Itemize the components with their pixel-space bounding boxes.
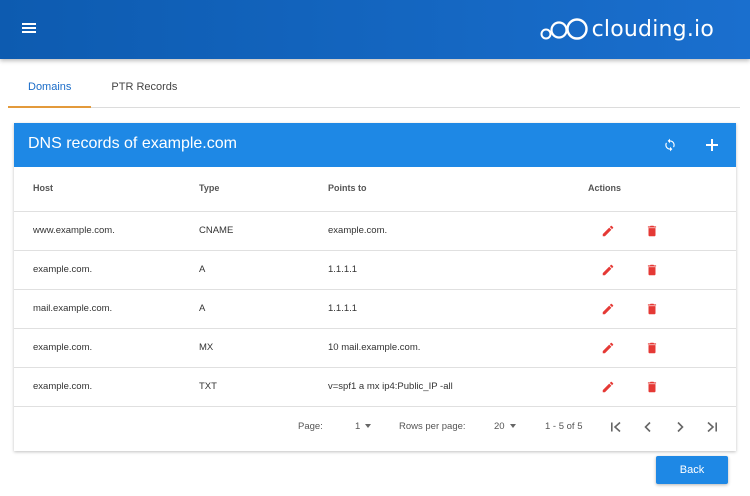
add-record-icon[interactable] xyxy=(702,135,722,155)
chevron-down-icon xyxy=(365,424,372,429)
column-header-type[interactable]: Type xyxy=(199,183,219,193)
cell-points-to: 10 mail.example.com. xyxy=(328,342,421,353)
cell-host: example.com. xyxy=(33,264,93,275)
column-header-points-to[interactable]: Points to xyxy=(328,183,367,193)
back-button[interactable]: Back xyxy=(656,456,728,484)
cell-points-to: v=spf1 a mx ip4:Public_IP -all xyxy=(328,381,453,392)
tab-bar: Domains PTR Records xyxy=(8,68,740,108)
page-range: 1 - 5 of 5 xyxy=(545,421,583,432)
pencil-icon[interactable] xyxy=(601,380,615,394)
cell-host: www.example.com. xyxy=(33,225,115,236)
cell-host: mail.example.com. xyxy=(33,303,113,314)
chevron-down-icon xyxy=(509,424,516,429)
first-page-icon[interactable] xyxy=(609,420,623,434)
table-row: mail.example.com. A 1.1.1.1 xyxy=(14,290,736,329)
pencil-icon[interactable] xyxy=(601,263,615,277)
trash-icon[interactable] xyxy=(645,302,659,316)
hamburger-menu-icon[interactable] xyxy=(22,22,42,38)
table-header: Host Type Points to Actions xyxy=(14,167,736,212)
card-title: DNS records of example.com xyxy=(28,135,237,152)
rows-per-page-select[interactable]: 20 xyxy=(494,421,516,432)
column-header-host[interactable]: Host xyxy=(33,183,53,193)
refresh-icon[interactable] xyxy=(660,135,680,155)
cell-type: TXT xyxy=(199,381,217,392)
cell-type: A xyxy=(199,303,206,314)
card-header: DNS records of example.com xyxy=(14,123,736,167)
trash-icon[interactable] xyxy=(645,380,659,394)
cell-points-to: 1.1.1.1 xyxy=(328,264,358,275)
top-app-bar: clouding.io xyxy=(0,0,750,59)
rows-per-page-value: 20 xyxy=(494,421,505,432)
dns-records-card: DNS records of example.com Host Type Poi… xyxy=(14,123,736,451)
next-page-icon[interactable] xyxy=(673,420,687,434)
pencil-icon[interactable] xyxy=(601,302,615,316)
cell-points-to: 1.1.1.1 xyxy=(328,303,358,314)
cell-type: MX xyxy=(199,342,214,353)
last-page-icon[interactable] xyxy=(705,420,719,434)
clouding-logo-icon xyxy=(540,18,588,40)
pagination-bar: Page: 1 Rows per page: 20 1 - 5 of 5 xyxy=(14,407,736,447)
pencil-icon[interactable] xyxy=(601,224,615,238)
table-row: example.com. TXT v=spf1 a mx ip4:Public_… xyxy=(14,368,736,407)
trash-icon[interactable] xyxy=(645,224,659,238)
page-select[interactable]: 1 xyxy=(355,421,372,432)
cell-points-to: example.com. xyxy=(328,225,388,236)
trash-icon[interactable] xyxy=(645,263,659,277)
tab-domains[interactable]: Domains xyxy=(8,68,92,108)
tab-ptr-records[interactable]: PTR Records xyxy=(91,68,197,108)
table-row: www.example.com. CNAME example.com. xyxy=(14,212,736,251)
cell-type: CNAME xyxy=(199,225,234,236)
table-row: example.com. MX 10 mail.example.com. xyxy=(14,329,736,368)
cell-type: A xyxy=(199,264,206,275)
trash-icon[interactable] xyxy=(645,341,659,355)
cell-host: example.com. xyxy=(33,342,93,353)
cell-host: example.com. xyxy=(33,381,93,392)
column-header-actions: Actions xyxy=(588,183,622,193)
page-label: Page: xyxy=(298,421,323,432)
rows-per-page-label: Rows per page: xyxy=(399,421,466,432)
page-select-value: 1 xyxy=(355,421,361,432)
previous-page-icon[interactable] xyxy=(641,420,655,434)
logo-text: clouding.io xyxy=(591,16,714,42)
table-row: example.com. A 1.1.1.1 xyxy=(14,251,736,290)
brand-logo[interactable]: clouding.io xyxy=(540,14,714,44)
pencil-icon[interactable] xyxy=(601,341,615,355)
